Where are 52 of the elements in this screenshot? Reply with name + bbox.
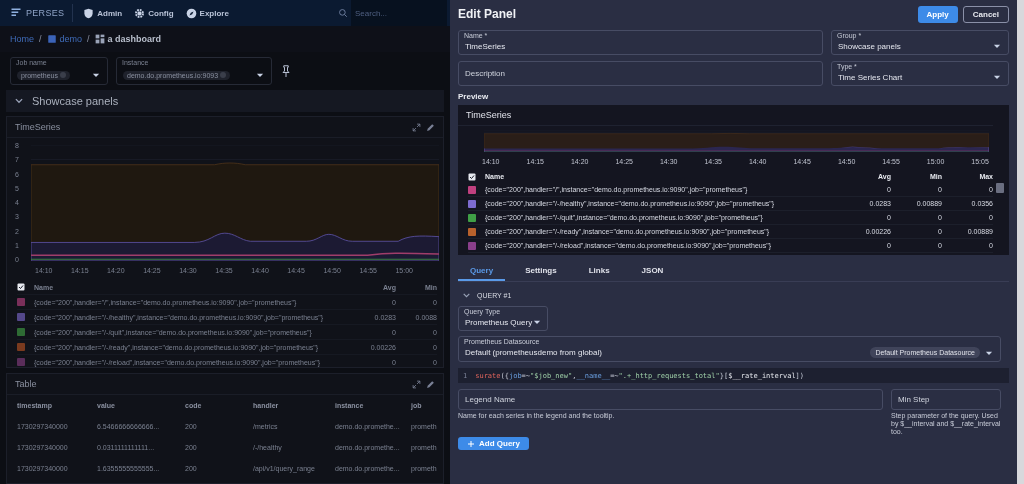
- nav-link[interactable]: Config: [132, 7, 176, 19]
- expand-icon[interactable]: [412, 122, 421, 132]
- scrollbar[interactable]: [996, 183, 1004, 193]
- series-color-checkbox[interactable]: [468, 213, 476, 222]
- series-color-checkbox[interactable]: [17, 313, 25, 321]
- tab[interactable]: JSON: [629, 261, 676, 281]
- tab[interactable]: Links: [576, 261, 622, 281]
- nav-link[interactable]: Explore: [183, 7, 231, 19]
- min-step-field[interactable]: Min Step: [891, 389, 1001, 410]
- series-color-checkbox[interactable]: [17, 328, 25, 336]
- folder-icon: [46, 34, 57, 44]
- search-field[interactable]: Search...: [351, 0, 447, 26]
- panel-title: TimeSeries: [15, 122, 61, 132]
- breadcrumb-current: a dashboard: [94, 34, 162, 44]
- series-color-checkbox[interactable]: [468, 185, 476, 194]
- series-color-checkbox[interactable]: [468, 241, 476, 250]
- search-icon: [338, 8, 348, 18]
- legend-name-field[interactable]: Legend Name: [458, 389, 883, 410]
- breadcrumb-separator: /: [39, 34, 42, 44]
- group-title: Showcase panels: [32, 95, 119, 107]
- plus-icon: [467, 439, 475, 448]
- nav-link[interactable]: Admin: [81, 7, 125, 19]
- compass-icon: [185, 7, 197, 19]
- group-header[interactable]: Showcase panels: [6, 90, 444, 112]
- select-all-checkbox[interactable]: [468, 172, 476, 181]
- logo-icon: [10, 7, 22, 19]
- description-field[interactable]: Description: [458, 61, 823, 86]
- tab[interactable]: Settings: [513, 261, 569, 281]
- panel-title: TimeSeries: [466, 110, 512, 120]
- dashboard-icon: [94, 34, 105, 44]
- pin-icon[interactable]: [280, 65, 292, 77]
- scrollbar[interactable]: [1017, 0, 1024, 484]
- series-color-checkbox[interactable]: [468, 199, 476, 208]
- select-all-checkbox[interactable]: [17, 283, 25, 291]
- series-color-checkbox[interactable]: [17, 343, 25, 351]
- series-color-checkbox[interactable]: [17, 358, 25, 366]
- edit-icon[interactable]: [426, 122, 435, 132]
- series-color-checkbox[interactable]: [468, 227, 476, 236]
- breadcrumb-link[interactable]: Home: [10, 34, 34, 44]
- cancel-button[interactable]: Cancel: [962, 5, 1009, 23]
- panel-title: Table: [15, 379, 37, 389]
- tab[interactable]: Query: [458, 261, 506, 281]
- drawer-title: Edit Panel: [458, 7, 516, 21]
- app-name: PERSES: [26, 8, 65, 18]
- breadcrumb-link[interactable]: demo: [46, 34, 83, 44]
- shield-icon: [83, 7, 95, 19]
- edit-icon[interactable]: [426, 379, 435, 389]
- expand-icon[interactable]: [412, 379, 421, 389]
- gear-icon: [134, 7, 146, 19]
- section-heading: Preview: [458, 92, 490, 101]
- breadcrumb-separator: /: [87, 34, 90, 44]
- series-color-checkbox[interactable]: [17, 298, 25, 306]
